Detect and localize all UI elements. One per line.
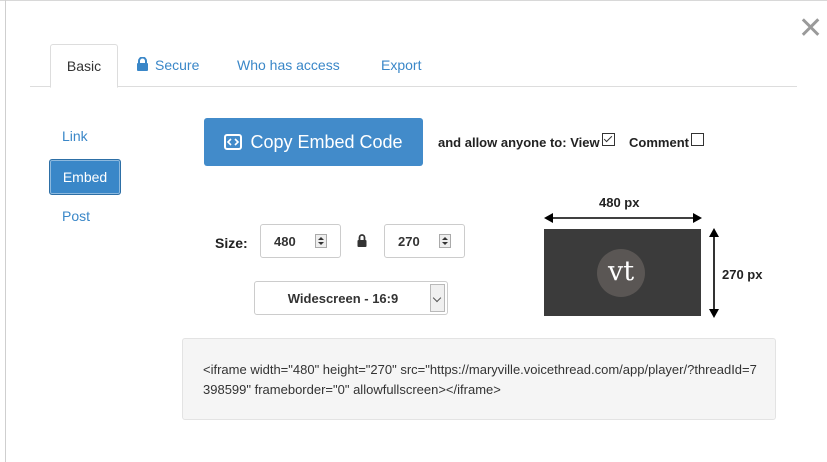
- tab-secure[interactable]: Secure: [136, 44, 199, 85]
- tab-export[interactable]: Export: [381, 44, 421, 85]
- aspect-ratio-value: Widescreen - 16:9: [287, 291, 399, 306]
- preview-height-label: 270 px: [722, 267, 763, 282]
- embed-code-icon: [224, 120, 243, 168]
- width-stepper[interactable]: 480: [260, 224, 341, 258]
- view-label: View: [570, 135, 600, 150]
- height-stepper[interactable]: 270: [384, 224, 465, 258]
- close-icon[interactable]: ✕: [798, 14, 823, 44]
- preview-width-label: 480 px: [599, 195, 640, 210]
- view-checkbox[interactable]: [601, 133, 615, 146]
- height-stepper-arrows-icon[interactable]: [439, 234, 451, 248]
- aspect-lock-icon[interactable]: [357, 234, 367, 252]
- width-arrow-icon: [544, 213, 702, 223]
- height-value: 270: [398, 234, 420, 249]
- lock-icon: [136, 45, 149, 87]
- width-value: 480: [274, 234, 296, 249]
- comment-checkbox[interactable]: [691, 133, 704, 146]
- tab-secure-label: Secure: [155, 57, 200, 73]
- copy-embed-code-label: Copy Embed Code: [250, 132, 403, 152]
- copy-embed-code-button[interactable]: Copy Embed Code: [204, 118, 423, 166]
- tab-who-has-access[interactable]: Who has access: [237, 44, 340, 85]
- sidebar-item-embed[interactable]: Embed: [49, 159, 121, 195]
- permission-row: and allow anyone to: View Comment: [438, 133, 704, 150]
- tab-export-label: Export: [381, 57, 422, 73]
- sidebar-item-post[interactable]: Post: [62, 208, 90, 224]
- tab-bar: Basic Secure Who has access Export: [30, 44, 797, 88]
- comment-label: Comment: [629, 135, 689, 150]
- width-stepper-arrows-icon[interactable]: [315, 234, 327, 248]
- size-label: Size:: [215, 235, 248, 251]
- sidebar-item-link[interactable]: Link: [62, 128, 88, 144]
- chevron-down-icon[interactable]: [430, 284, 445, 312]
- voicethread-logo: vt: [597, 249, 645, 297]
- window-left-border: [5, 0, 6, 462]
- tab-basic[interactable]: Basic: [50, 44, 118, 88]
- window-top-border: [0, 0, 827, 1]
- embed-code-box[interactable]: <iframe width="480" height="270" src="ht…: [182, 338, 776, 420]
- embed-preview: vt: [544, 229, 701, 316]
- height-arrow-icon: [709, 228, 719, 318]
- tab-basic-label: Basic: [66, 58, 102, 74]
- tab-who-has-access-label: Who has access: [237, 57, 340, 73]
- allow-label: and allow anyone to:: [438, 135, 567, 150]
- aspect-ratio-select[interactable]: Widescreen - 16:9: [254, 281, 448, 315]
